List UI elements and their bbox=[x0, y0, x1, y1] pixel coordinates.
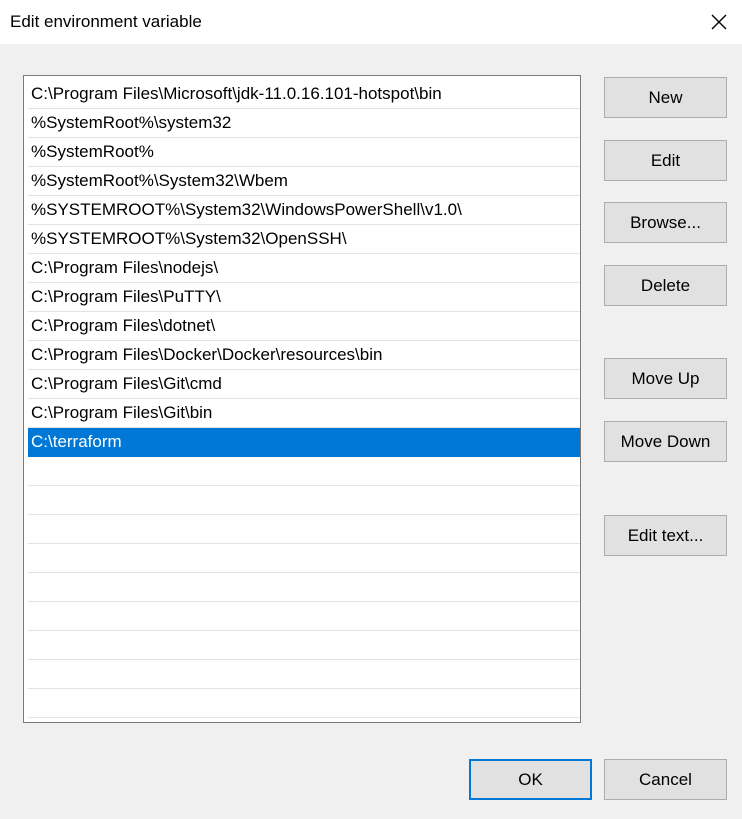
list-item[interactable]: C:\Program Files\nodejs\ bbox=[28, 254, 580, 283]
list-item[interactable]: %SystemRoot%\system32 bbox=[28, 109, 580, 138]
path-list[interactable]: C:\Program Files\Microsoft\jdk-11.0.16.1… bbox=[23, 75, 581, 723]
empty-list-row[interactable] bbox=[28, 544, 580, 573]
empty-list-row[interactable] bbox=[28, 573, 580, 602]
new-button[interactable]: New bbox=[604, 77, 727, 118]
list-item[interactable]: C:\Program Files\Git\bin bbox=[28, 399, 580, 428]
list-item[interactable]: C:\terraform bbox=[28, 428, 580, 457]
list-item[interactable]: %SYSTEMROOT%\System32\OpenSSH\ bbox=[28, 225, 580, 254]
title-bar: Edit environment variable bbox=[0, 0, 742, 44]
list-item[interactable]: C:\Program Files\Git\cmd bbox=[28, 370, 580, 399]
empty-list-row[interactable] bbox=[28, 660, 580, 689]
edit-button[interactable]: Edit bbox=[604, 140, 727, 181]
empty-list-row[interactable] bbox=[28, 486, 580, 515]
window-title: Edit environment variable bbox=[10, 12, 202, 31]
empty-list-row[interactable] bbox=[28, 631, 580, 660]
browse-button[interactable]: Browse... bbox=[604, 202, 727, 243]
move-down-button[interactable]: Move Down bbox=[604, 421, 727, 462]
cancel-button[interactable]: Cancel bbox=[604, 759, 727, 800]
list-item[interactable]: %SystemRoot%\System32\Wbem bbox=[28, 167, 580, 196]
list-item[interactable]: C:\Program Files\PuTTY\ bbox=[28, 283, 580, 312]
empty-list-row[interactable] bbox=[28, 515, 580, 544]
close-button[interactable] bbox=[696, 0, 742, 44]
edit-text-button[interactable]: Edit text... bbox=[604, 515, 727, 556]
list-item[interactable]: C:\Program Files\dotnet\ bbox=[28, 312, 580, 341]
path-list-rows: C:\Program Files\Microsoft\jdk-11.0.16.1… bbox=[28, 80, 580, 718]
ok-button[interactable]: OK bbox=[469, 759, 592, 800]
move-up-button[interactable]: Move Up bbox=[604, 358, 727, 399]
list-item[interactable]: C:\Program Files\Docker\Docker\resources… bbox=[28, 341, 580, 370]
list-item[interactable]: %SYSTEMROOT%\System32\WindowsPowerShell\… bbox=[28, 196, 580, 225]
empty-list-row[interactable] bbox=[28, 689, 580, 718]
empty-list-row[interactable] bbox=[28, 457, 580, 486]
empty-list-row[interactable] bbox=[28, 602, 580, 631]
list-item[interactable]: %SystemRoot% bbox=[28, 138, 580, 167]
list-item[interactable]: C:\Program Files\Microsoft\jdk-11.0.16.1… bbox=[28, 80, 580, 109]
delete-button[interactable]: Delete bbox=[604, 265, 727, 306]
close-icon bbox=[711, 14, 727, 30]
